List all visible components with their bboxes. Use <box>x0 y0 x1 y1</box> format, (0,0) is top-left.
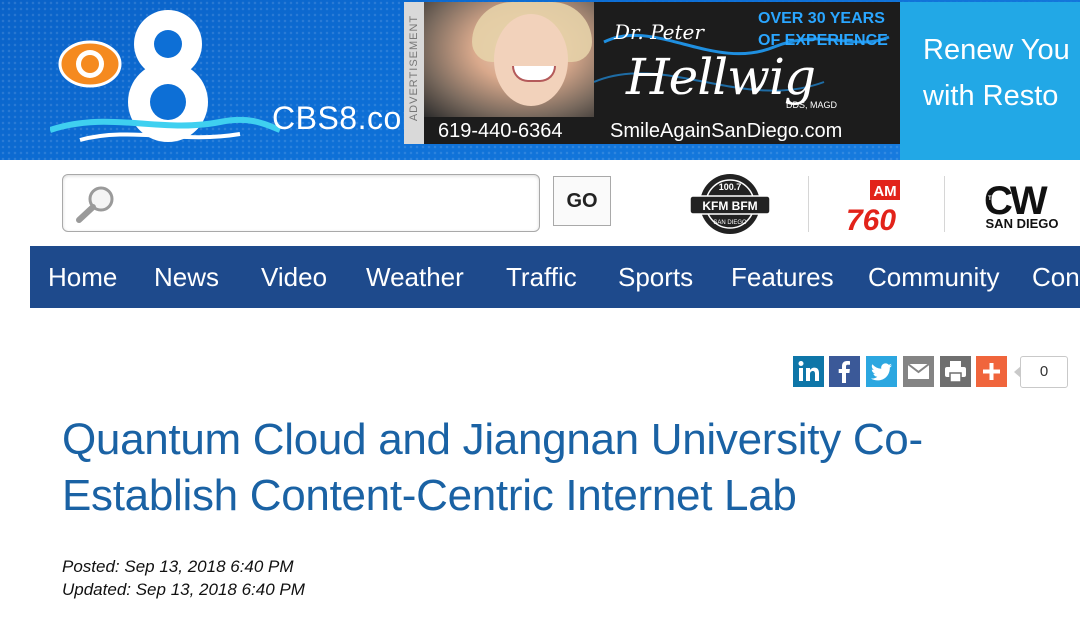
headline-line-2: Establish Content-Centric Internet Lab <box>62 471 797 520</box>
nav-item-news[interactable]: News <box>154 246 219 308</box>
magnifier-icon <box>76 186 114 223</box>
side-ad-line-2: with Resto <box>923 80 1059 112</box>
ad-experience-1: OVER 30 YEARS <box>758 10 885 27</box>
partner-divider <box>808 176 809 232</box>
nav-item-community[interactable]: Community <box>868 246 999 308</box>
search-box[interactable] <box>62 174 540 232</box>
nav-item-contact[interactable]: Cont <box>1032 246 1080 308</box>
nav-item-weather[interactable]: Weather <box>366 246 464 308</box>
twitter-share-icon[interactable] <box>866 356 897 387</box>
ad-experience-2: OF EXPERIENCE <box>758 32 888 49</box>
svg-text:SAN DIEGO: SAN DIEGO <box>986 216 1059 231</box>
posted-timestamp: Posted: Sep 13, 2018 6:40 PM <box>62 557 294 576</box>
facebook-share-icon[interactable] <box>829 356 860 387</box>
nav-item-video[interactable]: Video <box>261 246 327 308</box>
svg-text:KFM BFM: KFM BFM <box>702 199 757 213</box>
ad-doctor-prefix: Dr. Peter <box>614 20 704 44</box>
cbs-eye-icon <box>58 40 122 88</box>
ad-url: SmileAgainSanDiego.com <box>610 120 843 142</box>
partner-divider <box>944 176 945 232</box>
search-input[interactable] <box>127 183 531 223</box>
advertisement[interactable]: ADVERTISEMENT Dr. Peter Hellwig DDS, MAG… <box>404 2 900 144</box>
ad-phone: 619-440-6364 <box>438 120 563 142</box>
ad-contact-bar: 619-440-6364 SmileAgainSanDiego.com <box>424 118 900 144</box>
share-count-badge: 0 <box>1014 356 1068 388</box>
cw-logo-icon: CW THE SAN DIEGO <box>984 179 1059 231</box>
svg-text:100.7: 100.7 <box>719 182 742 192</box>
svg-text:760: 760 <box>846 204 896 234</box>
nav-item-features[interactable]: Features <box>731 246 834 308</box>
ad-doctor-name: Hellwig <box>626 48 816 106</box>
more-share-icon[interactable] <box>976 356 1007 387</box>
am760-logo-icon: AM 760 <box>846 180 900 237</box>
svg-text:AM: AM <box>873 183 896 200</box>
side-ad-line-1: Renew You <box>923 34 1070 66</box>
ad-credentials: DDS, MAGD <box>786 100 838 110</box>
svg-text:SAN DIEGO: SAN DIEGO <box>713 220 747 226</box>
kfmbfm-logo-icon: 100.7 KFM BFM SAN DIEGO <box>689 174 771 234</box>
partner-am760-logo[interactable]: AM 760 <box>838 178 904 237</box>
nav-item-sports[interactable]: Sports <box>618 246 693 308</box>
email-share-icon[interactable] <box>903 356 934 387</box>
ad-label: ADVERTISEMENT <box>404 2 424 144</box>
cbs8-logo[interactable]: CBS8.com <box>49 2 428 152</box>
article-headline: Quantum Cloud and Jiangnan University Co… <box>62 412 1052 524</box>
partner-cw-logo[interactable]: CW THE SAN DIEGO <box>974 176 1070 234</box>
nav-item-traffic[interactable]: Traffic <box>506 246 577 308</box>
updated-timestamp: Updated: Sep 13, 2018 6:40 PM <box>62 580 305 599</box>
nav-item-home[interactable]: Home <box>48 246 117 308</box>
partner-kfmbfm-logo[interactable]: 100.7 KFM BFM SAN DIEGO <box>688 172 772 236</box>
ad-photo <box>424 2 594 117</box>
site-banner: CBS8.com ADVERTISEMENT Dr. Peter Hellwig… <box>0 0 1080 160</box>
print-share-icon[interactable] <box>940 356 971 387</box>
side-advertisement[interactable]: Renew You with Resto <box>900 2 1080 160</box>
main-navigation: Home News Video Weather Traffic Sports F… <box>30 246 1080 308</box>
linkedin-share-icon[interactable] <box>793 356 824 387</box>
headline-line-1: Quantum Cloud and Jiangnan University Co… <box>62 415 923 464</box>
svg-text:THE: THE <box>988 196 1000 202</box>
go-button[interactable]: GO <box>553 176 611 226</box>
